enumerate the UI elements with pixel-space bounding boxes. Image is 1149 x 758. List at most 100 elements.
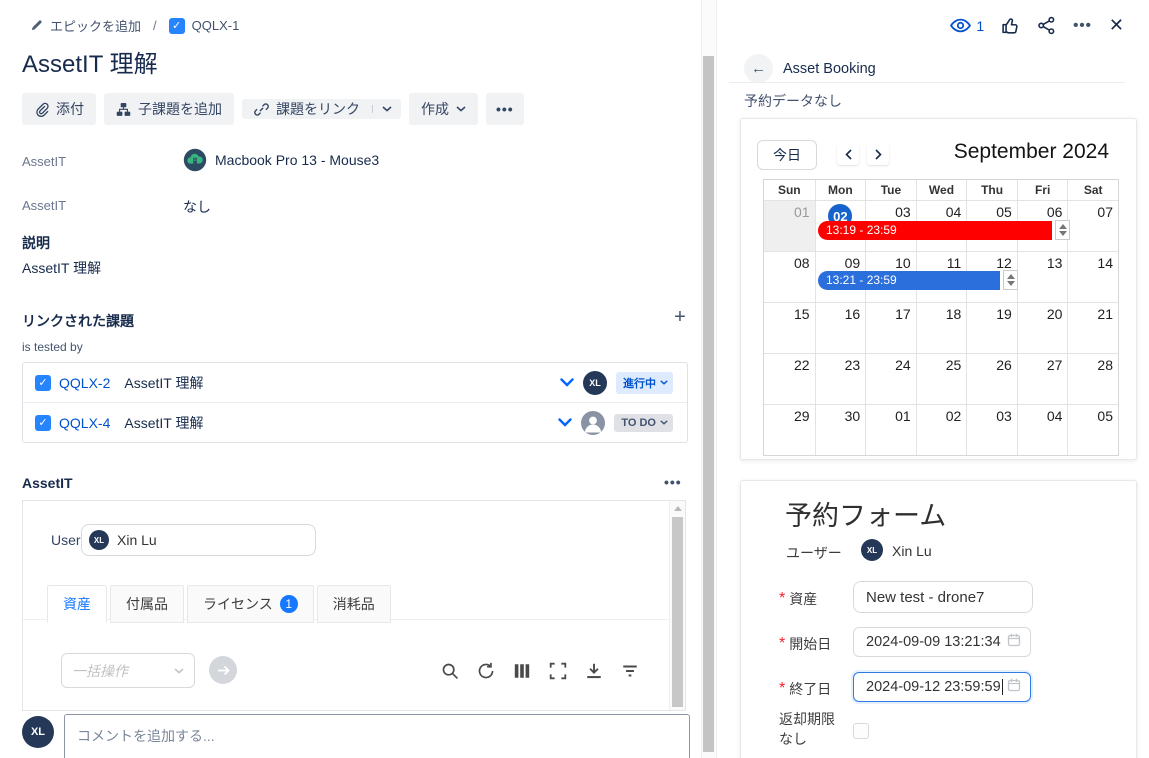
- tab-consumables[interactable]: 消耗品: [316, 585, 391, 623]
- share-button[interactable]: [1037, 16, 1056, 35]
- calendar-day-cell[interactable]: 02: [915, 404, 967, 455]
- bulk-action-select[interactable]: 一括操作: [61, 653, 195, 688]
- calendar-day-cell[interactable]: 18: [915, 302, 967, 353]
- calendar-day-cell[interactable]: 22: [764, 353, 815, 404]
- filter-icon[interactable]: [621, 662, 639, 680]
- calendar-day-cell[interactable]: 01: [865, 404, 916, 455]
- tab-assets[interactable]: 資産: [47, 585, 107, 623]
- calendar-day-cell[interactable]: 27: [1016, 353, 1068, 404]
- link-issue-dropdown[interactable]: [373, 99, 401, 119]
- event-duration-stepper[interactable]: [1003, 270, 1018, 290]
- tab-licenses[interactable]: ライセンス 1: [187, 585, 314, 623]
- calendar-day-cell[interactable]: 29: [764, 404, 815, 455]
- calendar-day-cell[interactable]: 15: [764, 302, 815, 353]
- comment-box[interactable]: [64, 714, 690, 758]
- calendar-day-cell[interactable]: 04: [1016, 404, 1068, 455]
- calendar-day-cell[interactable]: 19: [966, 302, 1017, 353]
- close-icon[interactable]: ✕: [1109, 15, 1124, 36]
- back-button[interactable]: ←: [744, 54, 773, 83]
- create-label: 作成: [421, 101, 449, 117]
- user-label: ユーザー: [786, 545, 842, 561]
- watch-button[interactable]: 1: [950, 18, 984, 34]
- calendar-day-cell[interactable]: 24: [865, 353, 916, 404]
- status-badge[interactable]: TO DO: [614, 413, 673, 432]
- calendar-day-cell[interactable]: 30: [814, 404, 866, 455]
- calendar-icon[interactable]: [1007, 678, 1021, 696]
- assetit-more-button[interactable]: •••: [664, 474, 682, 490]
- attach-button[interactable]: 添付: [22, 93, 96, 125]
- thumbs-up-icon: [1002, 18, 1018, 34]
- user-picker[interactable]: XL Xin Lu: [81, 524, 316, 556]
- calendar-day-cell[interactable]: 28: [1067, 353, 1118, 404]
- status-label: 進行中: [623, 377, 656, 390]
- add-subtask-button[interactable]: 子課題を追加: [104, 93, 234, 125]
- no-due-date-checkbox[interactable]: [853, 723, 869, 739]
- panel-scrollbar[interactable]: [669, 501, 685, 710]
- today-button[interactable]: 今日: [757, 140, 817, 170]
- calendar-day-cell[interactable]: 07: [1067, 200, 1118, 251]
- refresh-icon[interactable]: [477, 662, 495, 680]
- unassigned-avatar[interactable]: [581, 410, 606, 435]
- calendar-icon[interactable]: [1007, 633, 1021, 651]
- download-icon[interactable]: [585, 662, 603, 680]
- like-button[interactable]: [1001, 16, 1020, 35]
- calendar-day-cell[interactable]: 08: [764, 251, 815, 302]
- next-month-button[interactable]: [867, 144, 889, 165]
- calendar-day-cell[interactable]: 13: [1016, 251, 1068, 302]
- issue-summary[interactable]: AssetIT 理解: [124, 373, 203, 393]
- issue-key-link[interactable]: QQLX-1: [192, 18, 240, 33]
- calendar-day-cell[interactable]: 26: [966, 353, 1017, 404]
- booking-panel-title: Asset Booking: [783, 61, 876, 77]
- main-scrollbar-thumb[interactable]: [703, 56, 714, 752]
- booking-calendar-card: 今日 September 2024 Sun Mon Tue Wed Thu Fri Sat …: [740, 118, 1137, 460]
- more-actions-button[interactable]: •••: [1073, 17, 1092, 34]
- fullscreen-icon[interactable]: [549, 662, 567, 680]
- prev-month-button[interactable]: [837, 144, 859, 165]
- columns-icon[interactable]: [513, 662, 531, 680]
- comment-input[interactable]: [65, 715, 682, 757]
- more-button[interactable]: •••: [486, 93, 524, 125]
- start-date-input[interactable]: 2024-09-09 13:21:34: [853, 627, 1031, 657]
- add-epic-link[interactable]: エピックを追加: [50, 16, 141, 35]
- link-issue-button[interactable]: 課題をリンク: [242, 99, 372, 119]
- calendar-weekday-row: Sun Mon Tue Wed Thu Fri Sat: [764, 180, 1118, 200]
- field-value-asset[interactable]: Macbook Pro 13 - Mouse3: [183, 148, 379, 172]
- create-button[interactable]: 作成: [409, 93, 478, 125]
- pencil-icon[interactable]: [30, 19, 43, 32]
- avatar: XL: [89, 530, 109, 550]
- calendar-day-cell[interactable]: 20: [1016, 302, 1068, 353]
- calendar-day-cell[interactable]: 05: [1067, 404, 1118, 455]
- scrollbar-thumb[interactable]: [672, 517, 683, 707]
- status-badge[interactable]: 進行中: [616, 371, 673, 394]
- asset-select[interactable]: New test - drone7: [853, 581, 1033, 613]
- calendar-day-cell[interactable]: 16: [814, 302, 866, 353]
- issue-link[interactable]: QQLX-2: [59, 375, 110, 391]
- calendar-day-cell[interactable]: 25: [915, 353, 967, 404]
- linked-issue-row[interactable]: ✓ QQLX-4 AssetIT 理解 TO DO: [23, 402, 687, 442]
- main-scrollbar[interactable]: [701, 0, 717, 758]
- add-link-button[interactable]: +: [666, 303, 694, 331]
- calendar-day-cell[interactable]: 01: [764, 200, 815, 251]
- description-body[interactable]: AssetIT 理解: [22, 258, 101, 278]
- calendar-day-cell[interactable]: 14: [1067, 251, 1118, 302]
- end-date-input[interactable]: 2024-09-12 23:59:59: [853, 672, 1031, 702]
- issue-type-icon: ✓: [168, 17, 185, 34]
- scroll-up-arrow[interactable]: [673, 506, 682, 511]
- issue-summary[interactable]: AssetIT 理解: [124, 413, 203, 433]
- calendar-day-cell[interactable]: 21: [1067, 302, 1118, 353]
- search-icon[interactable]: [441, 662, 459, 680]
- apply-bulk-action-button[interactable]: [209, 656, 237, 684]
- tab-accessories[interactable]: 付属品: [110, 585, 184, 623]
- booking-event-bar[interactable]: 13:21 - 23:59: [818, 271, 1000, 290]
- calendar-day-cell[interactable]: 23: [814, 353, 866, 404]
- field-value-none[interactable]: なし: [183, 197, 211, 217]
- tab-label: 付属品: [126, 596, 168, 612]
- event-duration-stepper[interactable]: [1055, 220, 1070, 240]
- avatar[interactable]: XL: [583, 370, 607, 395]
- booking-event-bar[interactable]: 13:19 - 23:59: [818, 221, 1052, 240]
- app-root: エピックを追加 / ✓ QQLX-1 1 ••• ✕ AssetIT 理解 添付: [0, 0, 1149, 758]
- linked-issue-row[interactable]: ✓ QQLX-2 AssetIT 理解 XL 進行中: [23, 363, 687, 402]
- issue-link[interactable]: QQLX-4: [59, 415, 110, 431]
- calendar-day-cell[interactable]: 03: [966, 404, 1017, 455]
- calendar-day-cell[interactable]: 17: [865, 302, 916, 353]
